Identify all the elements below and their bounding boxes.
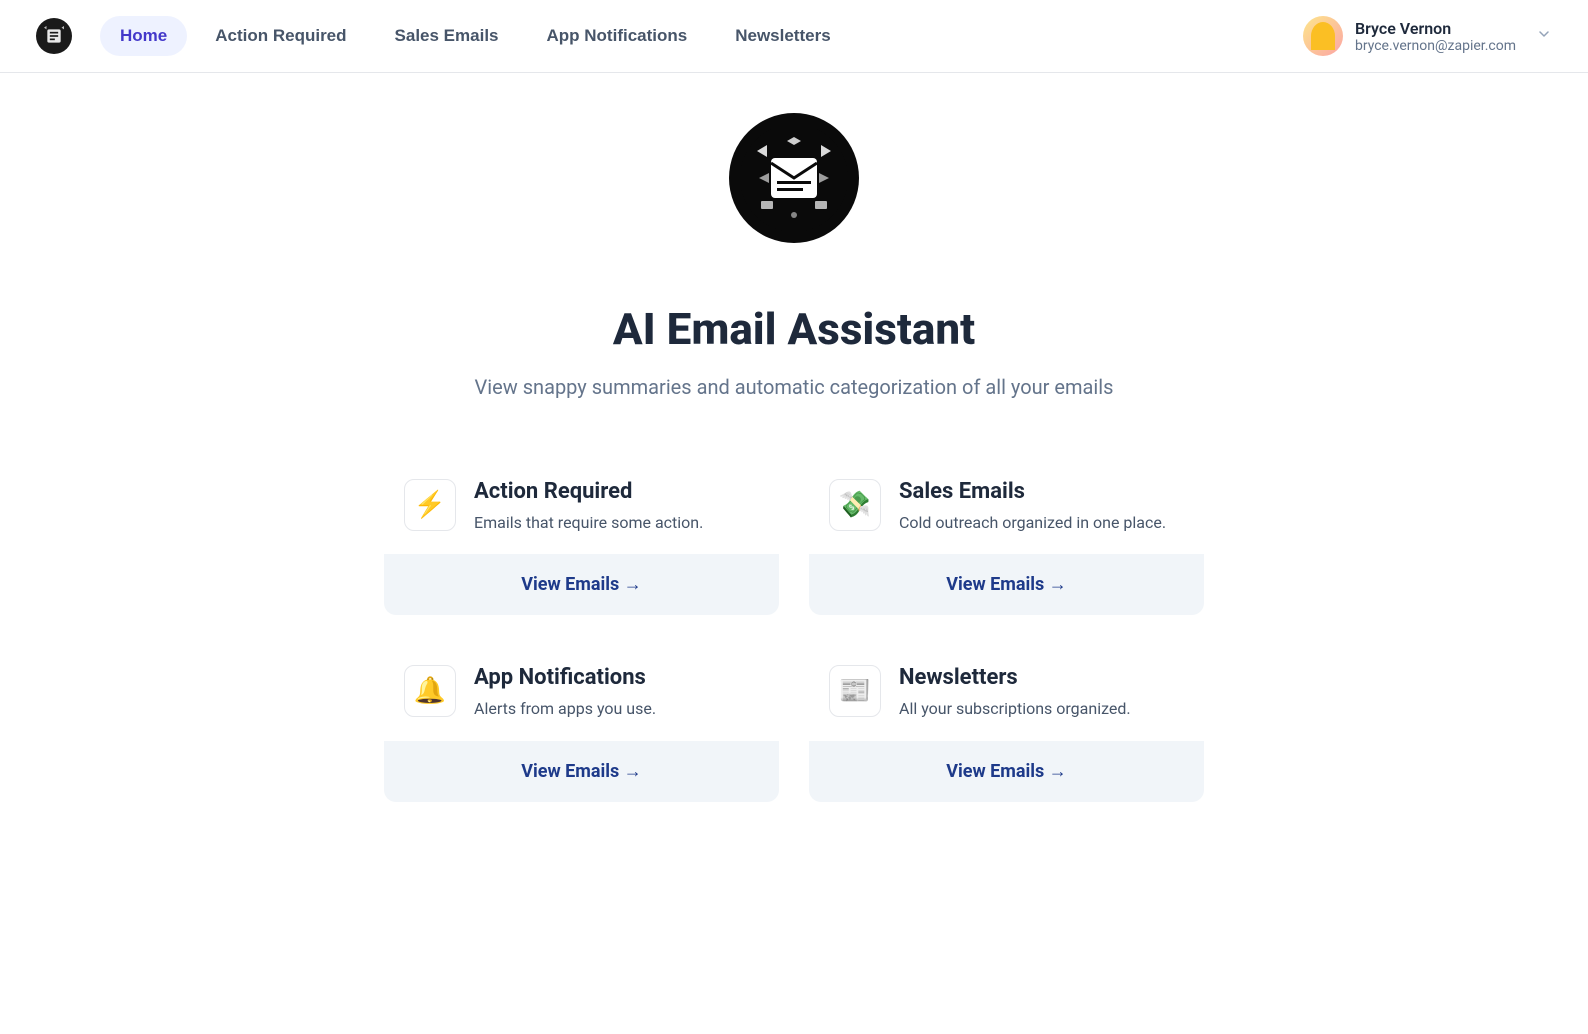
card-title: App Notifications (474, 665, 759, 690)
app-logo-icon[interactable] (36, 18, 72, 54)
card-title: Action Required (474, 479, 759, 504)
user-email: bryce.vernon@zapier.com (1355, 38, 1516, 54)
tab-app-notifications[interactable]: App Notifications (527, 16, 708, 56)
tab-home[interactable]: Home (100, 16, 187, 56)
view-emails-button[interactable]: View Emails → (809, 554, 1204, 615)
card-action-required: ⚡ Action Required Emails that require so… (384, 459, 779, 615)
view-emails-label: View Emails → (946, 574, 1067, 595)
card-description: Cold outreach organized in one place. (899, 512, 1184, 534)
card-title: Newsletters (899, 665, 1184, 690)
view-emails-label: View Emails → (521, 761, 642, 782)
page-title: AI Email Assistant (264, 303, 1324, 355)
avatar (1303, 16, 1343, 56)
card-description: Alerts from apps you use. (474, 698, 759, 720)
card-body: 💸 Sales Emails Cold outreach organized i… (809, 459, 1204, 554)
tab-sales-emails[interactable]: Sales Emails (375, 16, 519, 56)
card-content: Sales Emails Cold outreach organized in … (899, 479, 1184, 534)
user-info: Bryce Vernon bryce.vernon@zapier.com (1355, 19, 1516, 54)
user-menu[interactable]: Bryce Vernon bryce.vernon@zapier.com (1303, 16, 1552, 56)
page-subtitle: View snappy summaries and automatic cate… (264, 375, 1324, 399)
card-sales-emails: 💸 Sales Emails Cold outreach organized i… (809, 459, 1204, 615)
user-name: Bryce Vernon (1355, 19, 1516, 38)
chevron-down-icon (1536, 26, 1552, 46)
card-app-notifications: 🔔 App Notifications Alerts from apps you… (384, 645, 779, 801)
card-content: Action Required Emails that require some… (474, 479, 759, 534)
header-left: Home Action Required Sales Emails App No… (36, 16, 851, 56)
card-content: Newsletters All your subscriptions organ… (899, 665, 1184, 720)
view-emails-label: View Emails → (521, 574, 642, 595)
newspaper-icon: 📰 (829, 665, 881, 717)
card-body: 🔔 App Notifications Alerts from apps you… (384, 645, 779, 740)
tab-newsletters[interactable]: Newsletters (715, 16, 850, 56)
money-icon: 💸 (829, 479, 881, 531)
header: Home Action Required Sales Emails App No… (0, 0, 1588, 73)
tab-action-required[interactable]: Action Required (195, 16, 366, 56)
bell-icon: 🔔 (404, 665, 456, 717)
card-description: Emails that require some action. (474, 512, 759, 534)
view-emails-button[interactable]: View Emails → (384, 741, 779, 802)
cards-grid: ⚡ Action Required Emails that require so… (384, 459, 1204, 802)
lightning-icon: ⚡ (404, 479, 456, 531)
card-content: App Notifications Alerts from apps you u… (474, 665, 759, 720)
card-newsletters: 📰 Newsletters All your subscriptions org… (809, 645, 1204, 801)
view-emails-label: View Emails → (946, 761, 1067, 782)
view-emails-button[interactable]: View Emails → (809, 741, 1204, 802)
main-content: AI Email Assistant View snappy summaries… (244, 73, 1344, 842)
card-body: 📰 Newsletters All your subscriptions org… (809, 645, 1204, 740)
nav-tabs: Home Action Required Sales Emails App No… (100, 16, 851, 56)
view-emails-button[interactable]: View Emails → (384, 554, 779, 615)
card-body: ⚡ Action Required Emails that require so… (384, 459, 779, 554)
card-title: Sales Emails (899, 479, 1184, 504)
hero-logo-icon (729, 113, 859, 243)
card-description: All your subscriptions organized. (899, 698, 1184, 720)
